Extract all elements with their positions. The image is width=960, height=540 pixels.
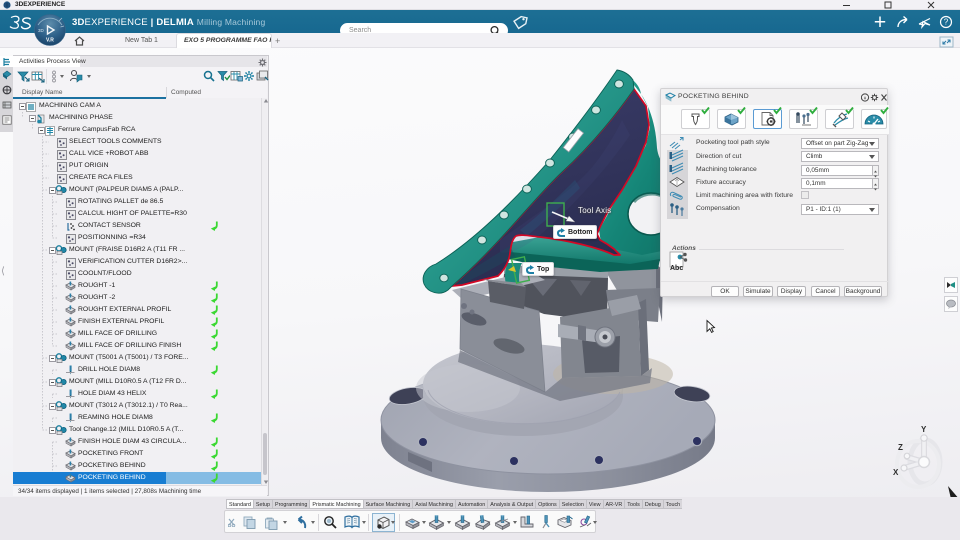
svg-text:?: ? bbox=[944, 18, 949, 27]
svg-text:Z: Z bbox=[898, 443, 903, 452]
svg-text:X: X bbox=[893, 468, 899, 477]
svg-text:Abc: Abc bbox=[670, 265, 683, 271]
svg-text:V.R: V.R bbox=[46, 38, 54, 44]
svg-text:3D: 3D bbox=[38, 28, 45, 33]
svg-text:Y: Y bbox=[921, 425, 927, 434]
